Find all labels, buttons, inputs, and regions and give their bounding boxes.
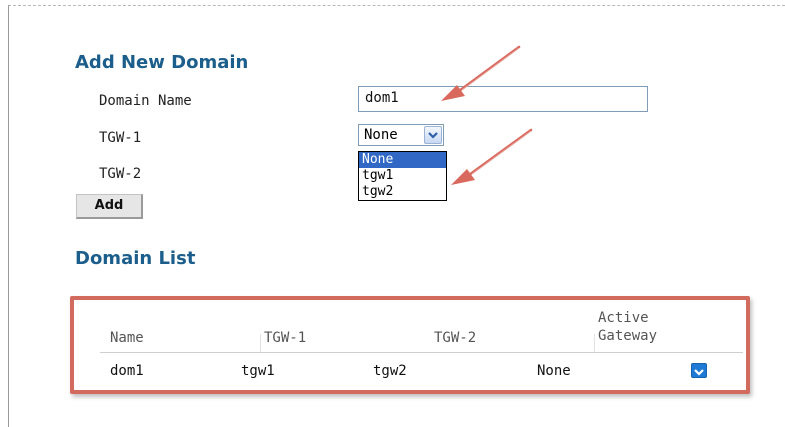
column-header-name: Name xyxy=(110,330,144,346)
chevron-down-icon xyxy=(694,369,704,376)
domain-list-table: Name TGW-1 TGW-2 Active Gateway dom1 tgw… xyxy=(70,296,750,394)
column-header-tgw2: TGW-2 xyxy=(434,330,477,346)
dropdown-toggle-icon[interactable] xyxy=(691,363,707,378)
header-divider xyxy=(100,352,743,353)
column-divider xyxy=(260,334,261,352)
cell-name: dom1 xyxy=(110,363,144,379)
column-header-active-line2: Gateway xyxy=(598,328,658,344)
annotation-arrow-input xyxy=(441,45,521,101)
annotation-arrow-dropdown xyxy=(451,128,533,185)
domain-list-heading: Domain List xyxy=(75,248,196,269)
column-header-active-line1: Active xyxy=(598,310,649,326)
cell-active-gateway: None xyxy=(537,363,571,379)
column-header-tgw1: TGW-1 xyxy=(264,330,307,346)
cell-tgw2: tgw2 xyxy=(373,363,407,379)
cell-tgw1: tgw1 xyxy=(241,363,275,379)
column-divider xyxy=(594,334,595,352)
